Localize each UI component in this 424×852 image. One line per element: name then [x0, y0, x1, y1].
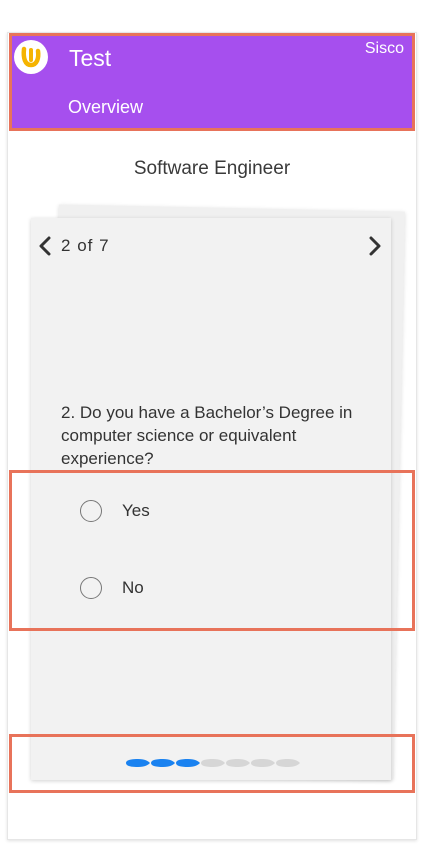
progress-segment-complete: [150, 758, 176, 768]
option-label: Yes: [122, 501, 150, 520]
pager-of: of: [77, 236, 94, 255]
pager-current: 2: [61, 236, 72, 255]
question-progress-indicator: [125, 757, 300, 769]
progress-segment-complete: [125, 758, 151, 768]
radio-button[interactable]: [80, 500, 102, 522]
pager-total: 7: [99, 236, 110, 255]
progress-segment-pending: [275, 758, 301, 768]
progress-segment-complete: [175, 758, 201, 768]
radio-button[interactable]: [80, 577, 102, 599]
job-title: Software Engineer: [133, 158, 291, 179]
progress-segment-pending: [250, 758, 276, 768]
option-no[interactable]: No: [80, 573, 144, 603]
chevron-right-icon: [369, 236, 381, 256]
question-text: 2. Do you have a Bachelor’s Degree in co…: [61, 403, 353, 468]
chevron-left-icon: [39, 236, 51, 256]
option-yes[interactable]: Yes: [80, 496, 150, 526]
tab-overview[interactable]: Overview: [68, 97, 143, 118]
next-question-button[interactable]: [364, 234, 384, 258]
question-pager: 2 of 7: [61, 236, 110, 256]
app-title: Test: [69, 45, 112, 71]
option-label: No: [122, 578, 144, 597]
previous-question-button[interactable]: [36, 234, 56, 258]
user-name[interactable]: Sisco: [365, 40, 404, 58]
progress-segment-pending: [200, 758, 226, 768]
bird-logo-icon: [14, 40, 48, 74]
progress-segment-pending: [225, 758, 251, 768]
